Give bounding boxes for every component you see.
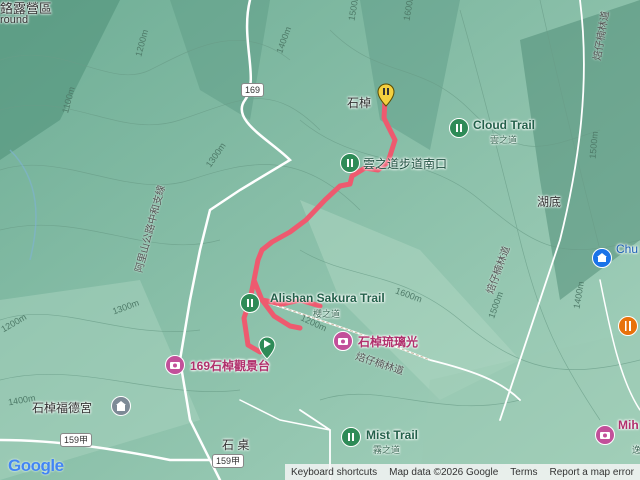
report-error-link[interactable]: Report a map error	[544, 467, 640, 478]
keyboard-shortcuts-link[interactable]: Keyboard shortcuts	[285, 467, 383, 478]
trail-pin[interactable]	[449, 118, 469, 138]
camera-icon	[170, 362, 180, 369]
temple-icon	[116, 401, 126, 411]
google-logo: Google	[8, 456, 64, 475]
trail-pin[interactable]	[240, 293, 260, 313]
track-end-marker[interactable]	[377, 83, 395, 107]
hudi-label: 湖底	[537, 195, 562, 209]
cloud-trail-sublabel: 雲之道	[490, 135, 518, 145]
route-169-shield: 169	[241, 83, 265, 97]
hiking-icon	[347, 159, 353, 167]
hiking-icon	[456, 124, 462, 132]
food-pin[interactable]	[618, 316, 638, 336]
attribution-bar: Keyboard shortcuts Map data ©2026 Google…	[284, 464, 640, 480]
map-canvas[interactable]: 1200m 1100m 1300m 1400m 1500m 1600m 1600…	[0, 0, 640, 480]
attraction-pin[interactable]	[595, 425, 615, 445]
partial-label: round	[0, 14, 29, 26]
poi-pin[interactable]	[592, 248, 612, 268]
glass-light-label[interactable]: 石棹琉璃光	[358, 333, 418, 350]
attraction-pin[interactable]	[333, 331, 353, 351]
route-159a-shield: 159甲	[212, 454, 245, 468]
mist-trail-sublabel: 霧之道	[373, 445, 401, 455]
map-data-text: Map data ©2026 Google	[389, 466, 499, 478]
hiking-icon	[348, 433, 354, 441]
lodging-icon	[597, 253, 607, 262]
trail-entrance-pin[interactable]	[340, 153, 360, 173]
route-159a-shield: 159甲	[60, 433, 93, 447]
mih-label[interactable]: Mih	[618, 418, 639, 432]
terrain-layer	[0, 0, 640, 480]
end-pin-icon	[377, 83, 395, 107]
trail-pin[interactable]	[341, 427, 361, 447]
camera-icon	[600, 432, 610, 439]
mih-sublabel: 逸	[632, 445, 640, 455]
sakura-trail-sublabel: 櫻之道	[313, 309, 341, 319]
fude-temple-label[interactable]: 石棹福德宮	[32, 399, 92, 416]
shizhuo-label: 石棹	[347, 96, 372, 110]
cloud-trail-label[interactable]: Cloud Trail	[473, 118, 535, 132]
hiking-icon	[247, 299, 253, 307]
temple-pin[interactable]	[111, 396, 131, 416]
sakura-trail-label[interactable]: Alishan Sakura Trail	[270, 291, 385, 305]
viewpoint-pin[interactable]	[165, 355, 185, 375]
cloud-trail-south-label[interactable]: 雲之道步道南口	[363, 155, 447, 172]
camera-icon	[338, 338, 348, 345]
viewpoint-169-label[interactable]: 169石棹觀景台	[190, 357, 270, 374]
restaurant-icon	[625, 321, 631, 331]
mist-trail-label[interactable]: Mist Trail	[366, 428, 418, 442]
chu-label[interactable]: Chu	[616, 242, 638, 256]
terms-link[interactable]: Terms	[504, 467, 543, 478]
shizhuo-bottom-label: 石 桌	[222, 438, 250, 452]
